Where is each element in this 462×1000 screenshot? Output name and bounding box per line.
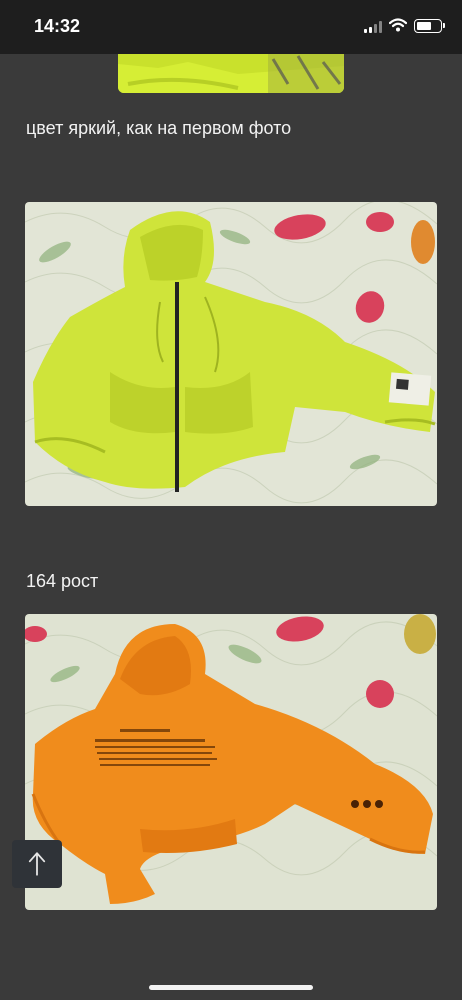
previous-photo-fragment[interactable] xyxy=(118,54,344,93)
height-caption: 164 рост xyxy=(26,571,99,591)
orange-hoodie-photo[interactable] xyxy=(25,614,437,910)
battery-icon xyxy=(414,19,445,33)
neon-hoodie-photo[interactable] xyxy=(25,202,437,506)
status-bar: 14:32 xyxy=(0,0,462,54)
wifi-icon xyxy=(388,18,408,32)
signal-icon xyxy=(364,21,384,33)
post-caption: цвет яркий, как на первом фото xyxy=(26,118,292,138)
status-time: 14:32 xyxy=(34,16,81,36)
home-indicator[interactable] xyxy=(149,985,313,990)
arrow-up-icon xyxy=(28,852,46,876)
scroll-to-top-button[interactable] xyxy=(12,840,62,888)
